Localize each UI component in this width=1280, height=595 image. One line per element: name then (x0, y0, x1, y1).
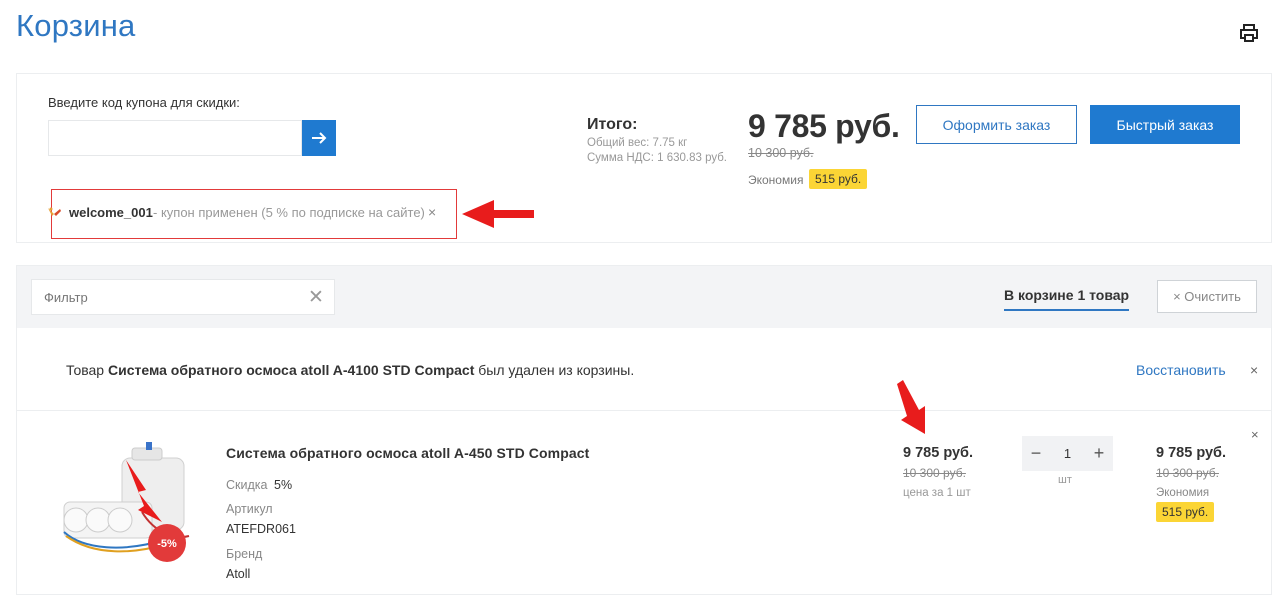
page-title: Корзина (16, 8, 136, 43)
annotation-arrow-left-icon (462, 200, 534, 228)
print-icon[interactable] (1238, 22, 1260, 44)
applied-coupon-code: welcome_001 (69, 205, 153, 220)
discount-value: 5% (274, 478, 293, 492)
brand-label: Бренд (226, 547, 263, 561)
unit-old-price: 10 300 руб. (903, 466, 966, 480)
discount-badge-icon: -5% (148, 524, 186, 562)
restore-link[interactable]: Восстановить (1136, 362, 1226, 378)
unit-price: 9 785 руб. (903, 445, 974, 461)
sku-label: Артикул (226, 502, 273, 516)
removed-product-name: Система обратного осмоса atoll A-4100 ST… (108, 362, 475, 378)
product-name[interactable]: Система обратного осмоса atoll A-450 STD… (226, 445, 589, 461)
coupon-tag-icon (48, 207, 61, 216)
economy-label: Экономия (748, 173, 804, 187)
item-sum-old: 10 300 руб. (1156, 466, 1219, 480)
sku-value: ATEFDR061 (226, 522, 296, 536)
qty-unit: шт (1058, 474, 1072, 486)
clear-cart-button[interactable]: × Очистить (1157, 280, 1257, 313)
discount-badge-text: -5% (157, 538, 177, 550)
annotation-arrow-down-icon (897, 380, 925, 434)
discount-label: Скидка (226, 478, 268, 492)
remove-coupon-button[interactable]: × (428, 204, 436, 220)
item-economy-label: Экономия (1156, 487, 1210, 499)
qty-plus-button[interactable]: + (1085, 443, 1113, 464)
removed-item-text: Товар Система обратного осмоса atoll A-4… (66, 362, 634, 378)
quick-order-button[interactable]: Быстрый заказ (1090, 105, 1240, 144)
filter-clear-icon[interactable]: ✕ (308, 286, 324, 309)
removed-prefix: Товар (66, 362, 108, 378)
unit-price-note: цена за 1 шт (903, 487, 971, 499)
economy-badge: 515 руб. (809, 169, 868, 189)
quantity-stepper: − 1 + (1022, 436, 1113, 471)
qty-value[interactable]: 1 (1064, 446, 1071, 461)
apply-coupon-button[interactable] (302, 120, 336, 156)
coupon-label: Введите код купона для скидки: (48, 95, 240, 110)
filter-input[interactable] (31, 279, 335, 315)
item-sum: 9 785 руб. (1156, 445, 1227, 461)
remove-item-button[interactable]: × (1251, 427, 1259, 442)
total-weight: Общий вес: 7.75 кг (587, 137, 688, 149)
applied-coupon-note: - купон применен (5 % по подписке на сай… (153, 205, 425, 220)
removed-suffix: был удален из корзины. (474, 362, 635, 378)
item-economy-badge: 515 руб. (1156, 502, 1215, 522)
summary-heading: Итого: (587, 116, 638, 133)
arrow-right-icon (312, 132, 327, 144)
qty-minus-button[interactable]: − (1022, 443, 1050, 464)
brand-value: Atoll (226, 567, 251, 581)
tab-cart-items[interactable]: В корзине 1 товар (1004, 287, 1130, 311)
checkout-button[interactable]: Оформить заказ (916, 105, 1077, 144)
dismiss-notice-button[interactable]: × (1250, 362, 1258, 378)
coupon-input[interactable] (48, 120, 302, 156)
total-old-price: 10 300 руб. (748, 146, 814, 160)
total-price: 9 785 руб. (748, 108, 900, 144)
vat-amount: Сумма НДС: 1 630.83 руб. (587, 152, 728, 164)
